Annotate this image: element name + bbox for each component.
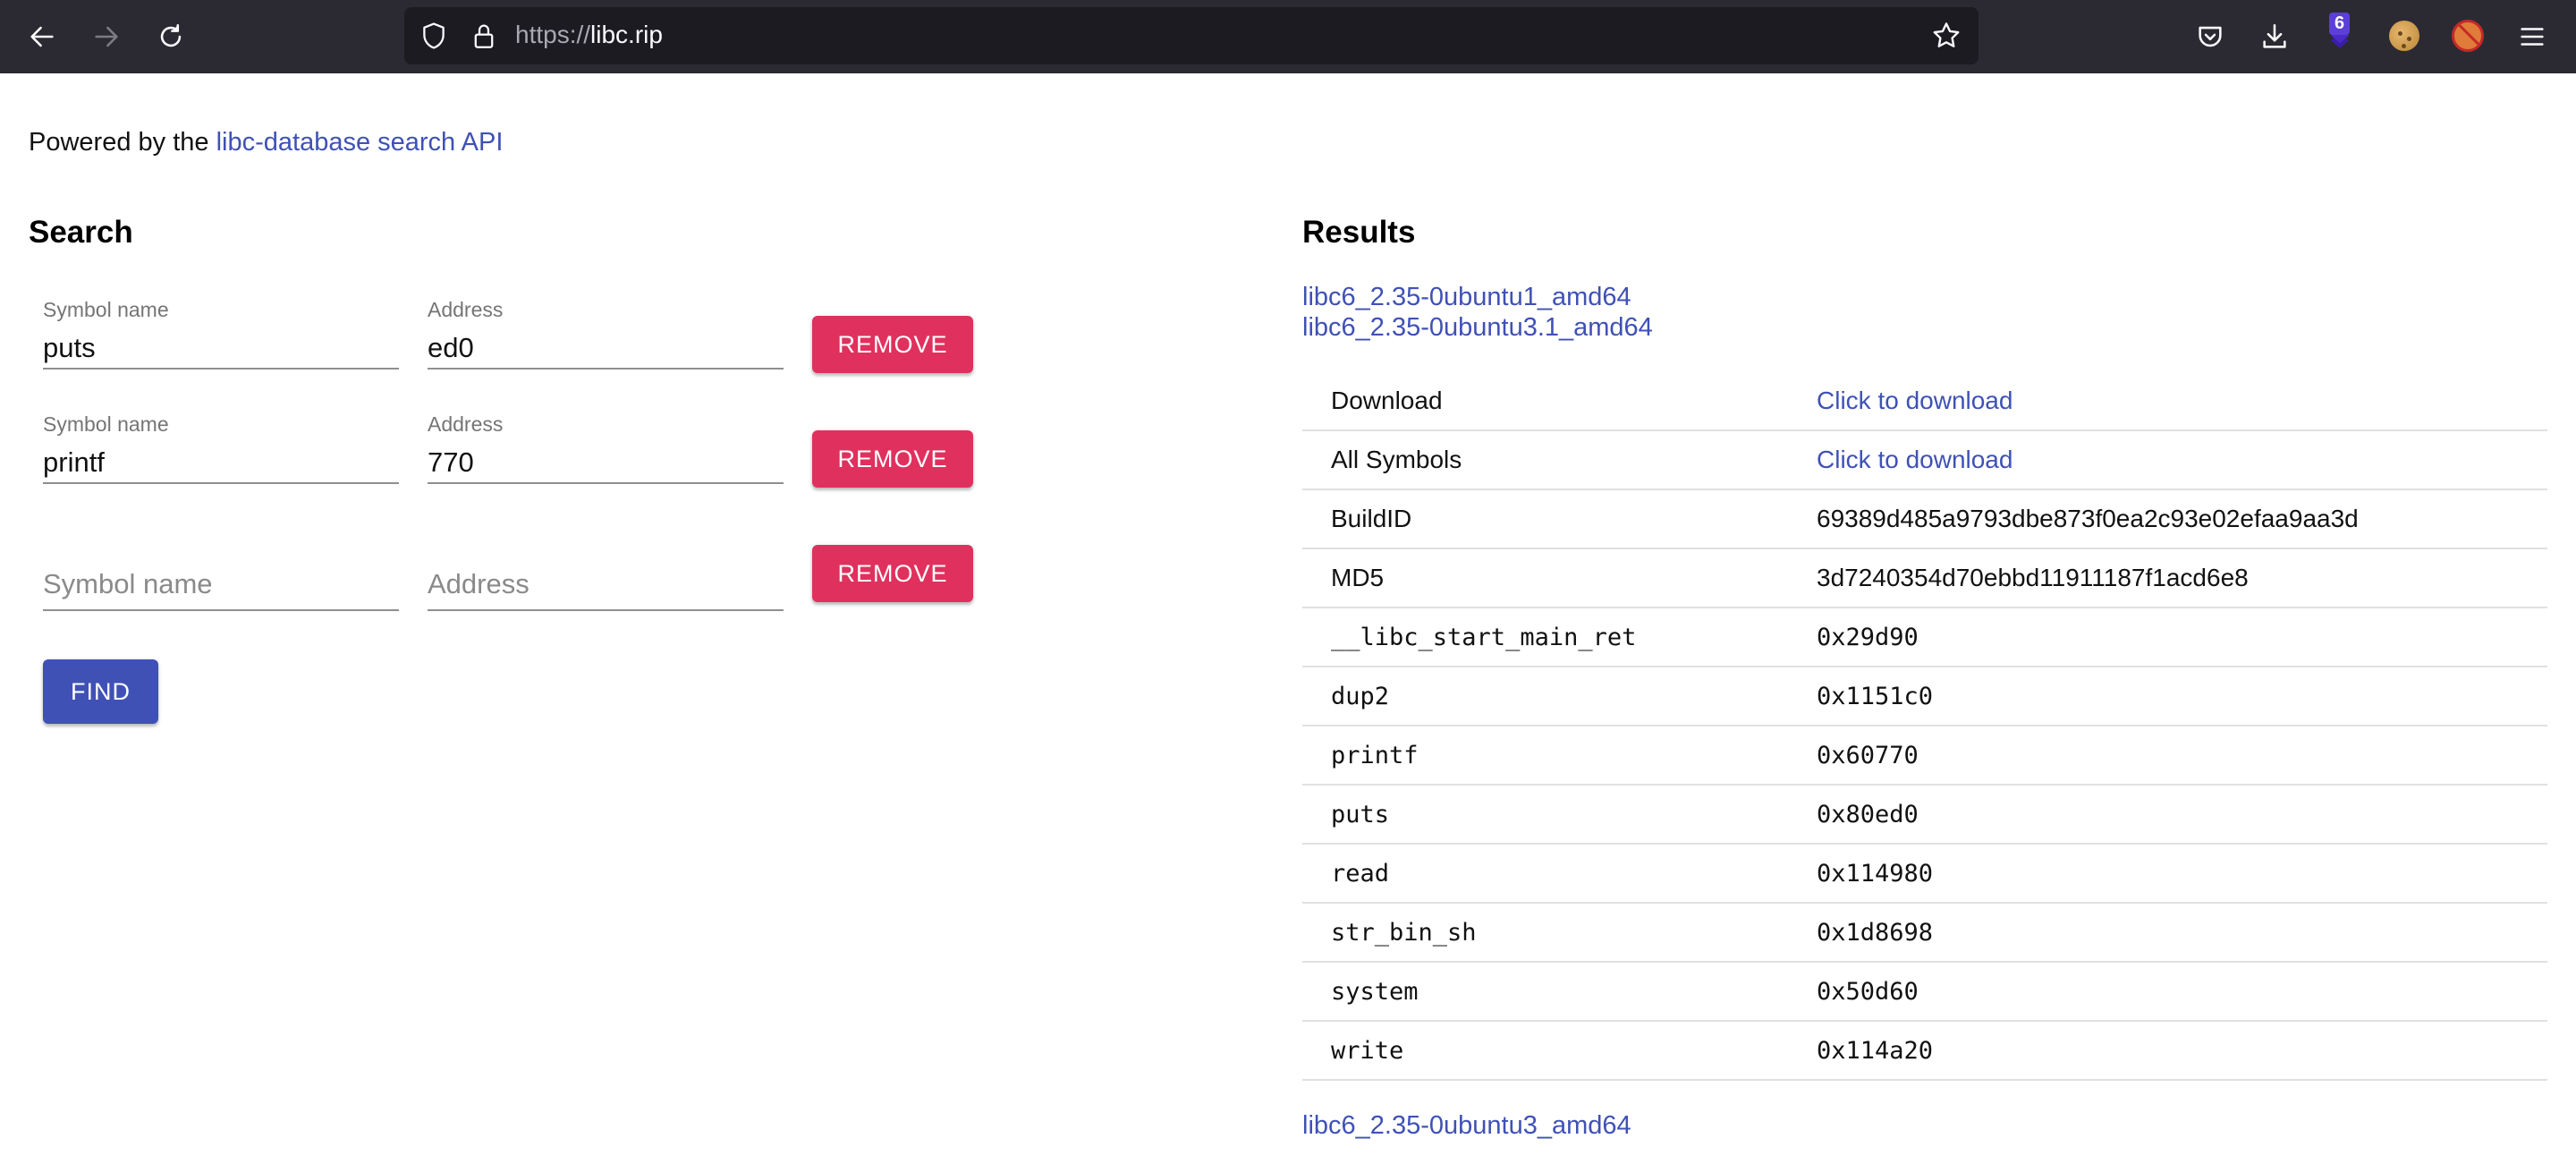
menu-button[interactable] (2513, 18, 2551, 55)
input-underline (43, 482, 399, 484)
symbol-name-input[interactable] (43, 328, 399, 368)
table-row: read 0x114980 (1302, 844, 2547, 904)
table-row: puts 0x80ed0 (1302, 785, 2547, 845)
symbol-name-input[interactable] (43, 443, 399, 482)
address-input[interactable] (428, 328, 784, 368)
results-heading: Results (1302, 215, 1416, 250)
find-button[interactable]: Find (43, 659, 158, 724)
table-row: str_bin_sh 0x1d8698 (1302, 903, 2547, 963)
row-key: __libc_start_main_ret (1302, 607, 1817, 667)
forward-button[interactable] (88, 18, 125, 55)
url-scheme: https:// (515, 21, 591, 48)
table-row: MD5 3d7240354d70ebbd11911187f1acd6e8 (1302, 548, 2547, 608)
row-value: 0x50d60 (1817, 962, 2547, 1022)
row-key: Download (1302, 371, 1817, 431)
address-input[interactable] (428, 565, 784, 604)
downloads-button[interactable] (2256, 18, 2293, 55)
address-input[interactable] (428, 443, 784, 482)
input-underline (43, 609, 399, 611)
results-table: Download Click to download All Symbols Clic… (1302, 371, 2547, 1081)
address-field-1[interactable]: Address (428, 298, 784, 370)
row-key: printf (1302, 726, 1817, 786)
search-heading: Search (29, 215, 133, 250)
back-icon (30, 26, 54, 47)
download-link[interactable]: Click to download (1817, 446, 2012, 473)
shield-icon[interactable] (419, 20, 449, 52)
powered-by-text: Powered by the libc-database search API (29, 128, 503, 157)
url-host: libc.rip (590, 21, 663, 48)
row-value: 0x60770 (1817, 726, 2547, 786)
extension-badge: 6 (2329, 13, 2351, 35)
row-key: str_bin_sh (1302, 903, 1817, 963)
reload-button[interactable] (152, 18, 190, 55)
table-row: All Symbols Click to download (1302, 430, 2547, 490)
row-value: 0x1151c0 (1817, 667, 2547, 726)
row-value: 0x114980 (1817, 844, 2547, 904)
table-row: BuildID 69389d485a9793dbe873f0ea2c93e02ef… (1302, 489, 2547, 549)
row-value: 3d7240354d70ebbd11911187f1acd6e8 (1817, 548, 2547, 608)
cookie-icon[interactable] (2389, 21, 2419, 51)
table-row: system 0x50d60 (1302, 962, 2547, 1022)
table-row: write 0x114a20 (1302, 1021, 2547, 1081)
result-lib-link[interactable]: libc6_2.35-0ubuntu3_amd64 (1302, 1111, 1631, 1141)
row-value: 0x114a20 (1817, 1021, 2547, 1081)
symbol-name-field-2[interactable]: Symbol name (43, 412, 399, 484)
row-key: All Symbols (1302, 430, 1817, 490)
input-underline (428, 609, 784, 611)
row-value: 0x1d8698 (1817, 903, 2547, 963)
url-text[interactable]: https://libc.rip (515, 21, 663, 49)
symbol-name-field-3[interactable] (43, 540, 399, 611)
row-key: system (1302, 962, 1817, 1022)
row-value-cell: Click to download (1817, 430, 2547, 490)
address-field-3[interactable] (428, 540, 784, 611)
row-key: read (1302, 844, 1817, 904)
result-lib-link[interactable]: libc6_2.35-0ubuntu3.1_amd64 (1302, 313, 1653, 343)
symbol-name-label: Symbol name (43, 412, 169, 436)
result-lib-link[interactable]: libc6_2.35-0ubuntu1_amd64 (1302, 283, 1631, 312)
pocket-icon (2199, 26, 2222, 47)
bookmark-star-icon[interactable] (1930, 20, 1962, 52)
input-underline (428, 482, 784, 484)
row-key: MD5 (1302, 548, 1817, 608)
row-key: puts (1302, 785, 1817, 845)
reload-icon (160, 23, 182, 47)
browser-toolbar: https://libc.rip 6 (0, 0, 2576, 73)
url-bar[interactable]: https://libc.rip (404, 7, 1979, 64)
table-row: dup2 0x1151c0 (1302, 667, 2547, 726)
row-value-cell: Click to download (1817, 371, 2547, 431)
symbol-name-input[interactable] (43, 565, 399, 604)
remove-button-1[interactable]: Remove (812, 316, 973, 373)
row-value: 69389d485a9793dbe873f0ea2c93e02efaa9aa3d (1817, 489, 2547, 549)
forward-icon (95, 26, 118, 47)
address-label: Address (428, 412, 504, 436)
table-row: printf 0x60770 (1302, 726, 2547, 786)
address-field-2[interactable]: Address (428, 412, 784, 484)
row-key: write (1302, 1021, 1817, 1081)
pocket-button[interactable] (2191, 18, 2229, 55)
lock-icon[interactable] (469, 20, 499, 52)
remove-button-2[interactable]: Remove (812, 430, 973, 488)
symbol-name-field-1[interactable]: Symbol name (43, 298, 399, 370)
remove-button-3[interactable]: Remove (812, 545, 973, 602)
row-value: 0x80ed0 (1817, 785, 2547, 845)
download-icon (2263, 23, 2286, 48)
input-underline (428, 368, 784, 370)
back-button[interactable] (23, 18, 61, 55)
menu-icon (2521, 28, 2544, 46)
download-link[interactable]: Click to download (1817, 387, 2012, 414)
input-underline (43, 368, 399, 370)
symbol-name-label: Symbol name (43, 298, 169, 321)
powered-by-prefix: Powered by the (29, 128, 216, 157)
no-ads-icon[interactable] (2452, 20, 2484, 52)
row-key: BuildID (1302, 489, 1817, 549)
address-label: Address (428, 298, 504, 321)
table-row: Download Click to download (1302, 371, 2547, 431)
row-key: dup2 (1302, 667, 1817, 726)
row-value: 0x29d90 (1817, 607, 2547, 667)
table-row: __libc_start_main_ret 0x29d90 (1302, 607, 2547, 667)
libc-database-api-link[interactable]: libc-database search API (216, 128, 504, 157)
